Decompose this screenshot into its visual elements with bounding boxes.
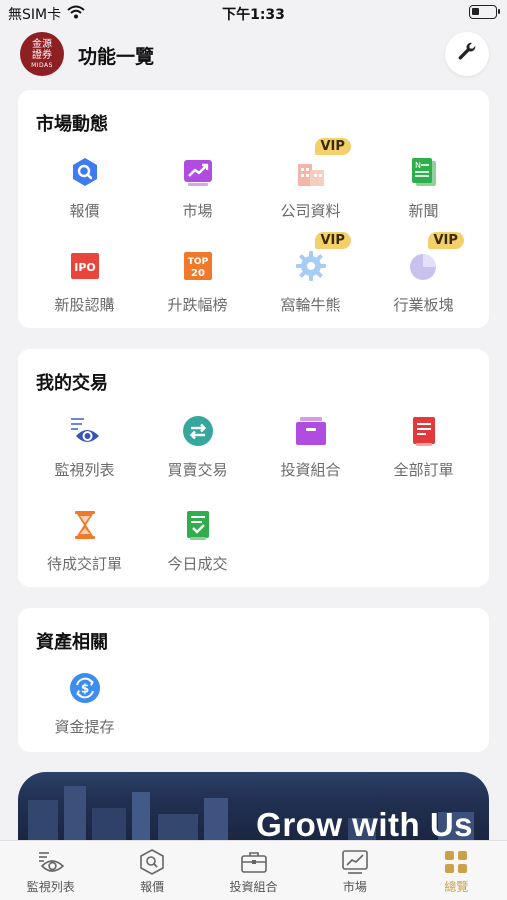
tile-pending-orders[interactable]: 待成交訂單 bbox=[26, 495, 143, 585]
watchlist-eye-icon bbox=[37, 849, 65, 875]
ipo-icon-text: IPO bbox=[74, 261, 96, 274]
section-title-market: 市場動態 bbox=[36, 114, 108, 135]
trade-arrows-icon bbox=[180, 413, 216, 449]
tile-label: 升跌幅榜 bbox=[167, 296, 228, 314]
tile-label: 全部訂單 bbox=[393, 461, 454, 479]
status-time: 下午1:33 bbox=[222, 7, 285, 23]
nav-market[interactable]: 市場 bbox=[304, 841, 405, 900]
tile-warrants[interactable]: VIP 窩輪牛熊 bbox=[252, 232, 369, 326]
tile-label: 新股認購 bbox=[54, 296, 115, 314]
tile-quote[interactable]: 報價 bbox=[26, 142, 143, 232]
nav-label: 監視列表 bbox=[26, 880, 75, 894]
tile-market[interactable]: 市場 bbox=[139, 142, 256, 232]
tile-label: 市場 bbox=[182, 202, 213, 220]
tile-deposit-withdraw[interactable]: $ 資金提存 bbox=[26, 658, 143, 748]
settings-button[interactable] bbox=[445, 32, 489, 76]
logo-line3: MIDAS bbox=[31, 61, 53, 69]
logo-line1: 金源 bbox=[32, 38, 52, 50]
tile-label: 監視列表 bbox=[54, 461, 115, 479]
page-title: 功能一覽 bbox=[78, 46, 155, 68]
tile-label: 資金提存 bbox=[54, 718, 115, 736]
tile-label: 今日成交 bbox=[167, 555, 228, 573]
wrench-icon bbox=[456, 41, 478, 67]
tile-label: 報價 bbox=[69, 202, 100, 220]
briefcase-icon bbox=[240, 849, 268, 875]
ipo-icon: IPO bbox=[67, 248, 103, 284]
today-done-icon bbox=[180, 507, 216, 543]
tile-label: 窩輪牛熊 bbox=[280, 296, 341, 314]
grid-icon bbox=[442, 849, 470, 875]
top20-icon: TOP 20 bbox=[180, 248, 216, 284]
nav-label: 總覽 bbox=[444, 880, 469, 894]
tile-all-orders[interactable]: 全部訂單 bbox=[365, 401, 482, 491]
vip-badge: VIP bbox=[314, 138, 351, 155]
tile-news[interactable]: N 新聞 bbox=[365, 142, 482, 232]
nav-portfolio[interactable]: 投資組合 bbox=[203, 841, 304, 900]
nav-watchlist[interactable]: 監視列表 bbox=[0, 841, 101, 900]
tile-label: 投資組合 bbox=[280, 461, 341, 479]
nav-label: 投資組合 bbox=[229, 880, 278, 894]
tile-company-info[interactable]: VIP 公司資料 bbox=[252, 138, 369, 232]
tile-watchlist[interactable]: 監視列表 bbox=[26, 401, 143, 491]
warrant-gear-icon: VIP bbox=[293, 232, 351, 284]
svg-text:$: $ bbox=[80, 682, 88, 696]
section-title-trading: 我的交易 bbox=[36, 373, 108, 394]
bottom-nav: 監視列表 報價 投資組合 市場 總覽 bbox=[0, 840, 507, 900]
tile-label: 公司資料 bbox=[280, 202, 341, 220]
banner-text: Grow with Us bbox=[256, 806, 473, 843]
nav-quote[interactable]: 報價 bbox=[101, 841, 202, 900]
vip-badge: VIP bbox=[314, 232, 351, 249]
logo-line2: 證券 bbox=[32, 49, 52, 61]
svg-text:N: N bbox=[415, 161, 421, 170]
portfolio-box-icon bbox=[293, 413, 329, 449]
tile-top-movers[interactable]: TOP 20 升跌幅榜 bbox=[139, 236, 256, 326]
tile-label: 新聞 bbox=[408, 202, 439, 220]
tile-sectors[interactable]: VIP 行業板塊 bbox=[365, 232, 482, 326]
company-building-icon: VIP bbox=[293, 138, 351, 190]
midas-logo: 金源 證券 MIDAS bbox=[20, 32, 64, 76]
watchlist-eye-icon bbox=[67, 413, 103, 449]
pending-hourglass-icon bbox=[67, 507, 103, 543]
quote-search-icon bbox=[67, 154, 103, 190]
section-title-assets: 資產相關 bbox=[36, 632, 108, 653]
trading-section-card: 我的交易 監視列表 買賣交易 投資組合 全部訂單 待成交訂單 今日成交 bbox=[18, 349, 489, 587]
market-chart-icon bbox=[180, 154, 216, 190]
nav-overview[interactable]: 總覽 bbox=[406, 841, 507, 900]
tile-label: 買賣交易 bbox=[167, 461, 228, 479]
sector-pie-icon: VIP bbox=[406, 232, 464, 284]
assets-section-card: 資產相關 $ 資金提存 bbox=[18, 608, 489, 752]
status-bar: 無SIM卡 下午1:33 bbox=[0, 0, 507, 26]
nav-label: 市場 bbox=[342, 880, 367, 894]
deposit-withdraw-icon: $ bbox=[67, 670, 103, 706]
tile-label: 待成交訂單 bbox=[46, 555, 122, 573]
market-chart-icon bbox=[341, 849, 369, 875]
tile-trade[interactable]: 買賣交易 bbox=[139, 401, 256, 491]
tile-label: 行業板塊 bbox=[393, 296, 454, 314]
tile-ipo[interactable]: IPO 新股認購 bbox=[26, 236, 143, 326]
quote-search-icon bbox=[138, 849, 166, 875]
nav-label: 報價 bbox=[140, 880, 165, 894]
top20-text-top: TOP bbox=[187, 257, 208, 267]
vip-badge: VIP bbox=[427, 232, 464, 249]
all-orders-icon bbox=[406, 413, 442, 449]
tile-today-trades[interactable]: 今日成交 bbox=[139, 495, 256, 585]
promo-banner[interactable]: Grow with Us bbox=[18, 772, 489, 844]
tile-portfolio[interactable]: 投資組合 bbox=[252, 401, 369, 491]
market-section-card: 市場動態 報價 市場 VIP 公司資料 N 新聞 IPO 新股認購 TOP 20… bbox=[18, 90, 489, 328]
news-icon: N bbox=[406, 154, 442, 190]
battery-icon bbox=[469, 5, 500, 19]
top20-text-num: 20 bbox=[191, 268, 205, 279]
header: 金源 證券 MIDAS 功能一覽 bbox=[0, 30, 507, 78]
